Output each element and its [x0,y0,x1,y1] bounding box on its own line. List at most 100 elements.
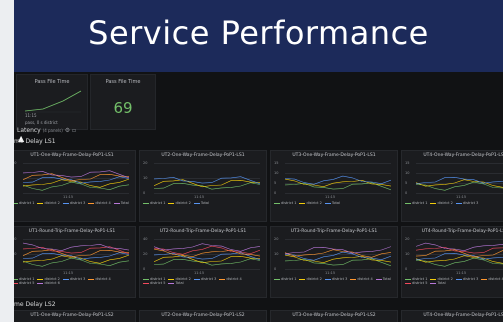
legend-item[interactable]: Total [430,281,446,285]
legend-item[interactable]: Total [324,201,340,205]
legend-swatch [143,202,149,204]
graph-panel[interactable]: UT1-Round-Trip-Frame-Delay-PoP1-LS120100… [14,226,136,298]
legend-item[interactable]: Total [113,201,129,205]
legend-label: district 1 [19,201,35,205]
legend-item[interactable]: district 1 [274,277,296,281]
stat-detail-value: 11:15 [25,113,37,118]
legend-item[interactable]: district 2 [299,201,322,205]
panel-plot [23,170,129,191]
series-line [23,242,129,252]
legend-item[interactable]: district 4 [481,277,503,281]
gear-icon[interactable]: ⚙ [65,127,70,134]
row-header-latency[interactable]: Latency (4 panels) ⚙ ▫ [14,126,503,136]
graph-panel[interactable]: UT2-Round-Trip-Frame-Delay-PoP1-LS1 40 20 0… [139,226,267,298]
panel-title: UT2-One-Way-Frame-Delay-PoP1-LS1 [161,153,245,158]
graph-panel[interactable]: UT1-One-Way-Frame-Delay-PoP1-LS1105011:1… [14,150,136,222]
legend-label: district 2 [175,201,191,205]
legend-item[interactable]: district 4 [88,277,111,281]
graph-panel[interactable]: UT4-One-Way-Frame-Delay-PoP1-LS2 [401,310,503,322]
legend-item[interactable]: district 1 [274,201,296,205]
grid-line [416,269,503,270]
legend-item[interactable]: district 3 [324,277,347,281]
y-tick-label: 0 [274,267,277,271]
y-tick-label: 10 [143,176,148,180]
legend-swatch [324,202,331,204]
legend-item[interactable]: district 3 [62,201,85,205]
legend-label: district 5 [412,281,428,285]
legend-item[interactable]: district 5 [405,281,427,285]
y-tick-label: 20 [274,237,279,241]
graph-panel[interactable]: UT1-One-Way-Frame-Delay-PoP1-LS2 [14,310,136,322]
series-line [23,170,129,179]
legend-label: district 4 [95,277,111,281]
graph-panel[interactable]: UT3-Round-Trip-Frame-Delay-PoP1-LS1 20 10 0… [270,226,398,298]
legend-label: Total [175,281,184,285]
legend-item[interactable]: district 2 [168,201,191,205]
series-line [285,258,391,267]
legend-item[interactable]: district 3 [62,277,85,281]
graph-panel[interactable]: UT4-One-Way-Frame-Delay-PoP1-LS1 15 10 5 0 11… [401,150,503,222]
legend-swatch [37,282,44,284]
legend-item[interactable]: district 4 [219,277,242,281]
legend-item[interactable]: district 1 [143,201,165,205]
legend-swatch [299,202,306,204]
legend-item[interactable]: district 2 [430,201,453,205]
legend-item[interactable]: district 5 [143,281,165,285]
panel-title: UT2-One-Way-Frame-Delay-PoP1-LS2 [161,313,245,318]
y-tick-label: 0 [405,267,408,271]
legend-item[interactable]: district 6 [37,281,60,285]
legend-label: Total [437,281,446,285]
stat-panel-pass-file-time-value[interactable]: Pass File Time 69 [90,74,156,130]
x-tick-label: 11:15 [456,195,467,199]
legend-label: district 5 [150,281,166,285]
legend-swatch [14,278,18,280]
legend-item[interactable]: district 3 [455,201,478,205]
panel-plot [154,243,260,266]
panel-legend: district 1 district 2 Total [143,201,265,205]
legend-swatch [405,202,411,204]
y-tick-label: 10 [14,252,17,256]
legend-label: district 4 [226,277,242,281]
legend-label: district 4 [95,201,111,205]
graph-panel[interactable]: UT3-One-Way-Frame-Delay-PoP1-LS2 [270,310,398,322]
legend-swatch [274,202,280,204]
panel-title: UT1-Round-Trip-Frame-Delay-PoP1-LS1 [28,229,116,234]
legend-label: district 1 [412,201,428,205]
graph-panel[interactable]: UT2-One-Way-Frame-Delay-PoP1-LS1 20 10 0 11:… [139,150,267,222]
legend-item[interactable]: district 2 [299,277,322,281]
legend-label: district 1 [281,277,297,281]
legend-swatch [375,278,382,280]
legend-item[interactable]: district 2 [37,201,60,205]
legend-swatch [37,278,44,280]
graph-panel[interactable]: UT3-One-Way-Frame-Delay-PoP1-LS1 15 10 5 0 11… [270,150,398,222]
legend-swatch [481,278,488,280]
panel-title: UT3-One-Way-Frame-Delay-PoP1-LS2 [292,313,376,318]
stat-sparkline [24,90,82,113]
legend-item[interactable]: district 3 [193,277,216,281]
legend-item[interactable]: Total [193,201,210,205]
y-tick-label: 0 [405,191,408,195]
legend-item[interactable]: district 4 [350,277,373,281]
stat-panel-pass-file-time-graph[interactable]: Pass File Time 11:15 pass, 0 s district [16,74,88,130]
legend-item[interactable]: district 4 [88,201,111,205]
legend-item[interactable]: district 3 [455,277,478,281]
title-banner: Service Performance [14,0,503,72]
series-line [23,246,129,255]
legend-item[interactable]: district 1 [405,201,427,205]
series-line [154,176,260,185]
trash-icon[interactable]: ▫ [72,127,76,134]
legend-item[interactable]: district 5 [14,281,34,285]
panel-title: UT3-Round-Trip-Frame-Delay-PoP1-LS1 [290,229,378,234]
graph-panel[interactable]: UT2-One-Way-Frame-Delay-PoP1-LS2 [139,310,267,322]
panel-plot [416,242,503,267]
y-tick-label: 20 [143,252,148,256]
legend-item[interactable]: district 1 [14,201,34,205]
stat-panel-title: Pass File Time [105,79,141,85]
legend-label: Total [200,201,210,205]
legend-item[interactable]: Total [168,281,184,285]
graph-panel[interactable]: UT4-Round-Trip-Frame-Delay-PoP1-LS1 20 10 0… [401,226,503,298]
legend-label: district 4 [357,277,373,281]
legend-item[interactable]: Total [375,277,391,281]
stat-detail-label: pass, 0 s district [25,120,58,125]
row-label: Latency (4 panels) ⚙ ▫ [17,127,76,134]
